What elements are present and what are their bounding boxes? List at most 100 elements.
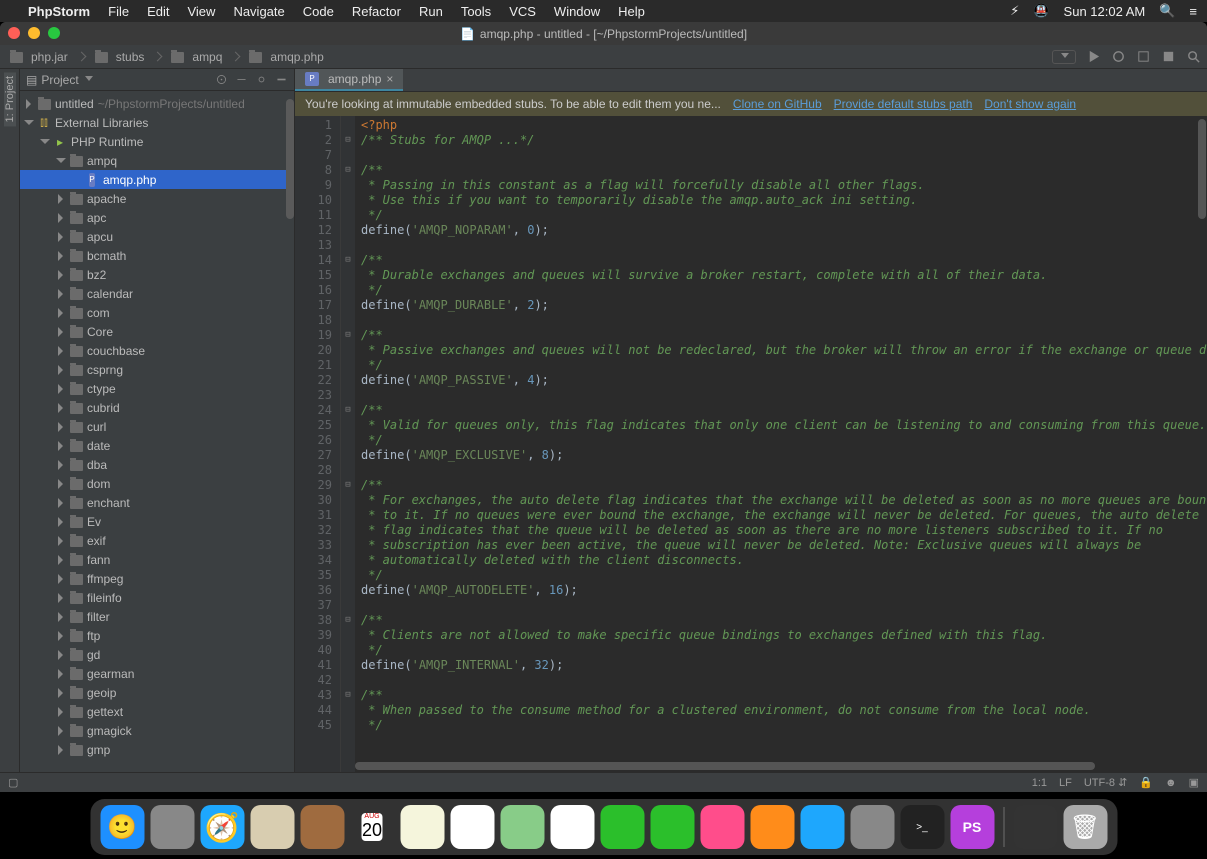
tree-row[interactable]: ftp (20, 626, 294, 645)
code-line[interactable]: * Clients are not allowed to make specif… (361, 628, 1207, 643)
disclosure-triangle-icon[interactable] (56, 517, 66, 527)
code-line[interactable]: */ (361, 433, 1207, 448)
tree-row[interactable]: gettext (20, 702, 294, 721)
fold-marker[interactable] (341, 493, 355, 508)
macos-dock[interactable]: 🙂🧭AUG20>_PS🗑 (90, 799, 1117, 855)
fold-marker[interactable] (341, 373, 355, 388)
code-line[interactable]: */ (361, 358, 1207, 373)
fold-marker[interactable]: ⊟ (341, 403, 355, 418)
minimize-window-button[interactable] (28, 27, 40, 39)
code-line[interactable]: /** (361, 613, 1207, 628)
fold-marker[interactable]: ⊟ (341, 613, 355, 628)
inspection-icon[interactable]: ☻ (1165, 777, 1177, 789)
fold-marker[interactable] (341, 553, 355, 568)
disclosure-triangle-icon[interactable] (56, 365, 66, 375)
code-line[interactable] (361, 148, 1207, 163)
menu-refactor[interactable]: Refactor (352, 4, 401, 19)
readonly-lock-icon[interactable]: 🔒 (1139, 776, 1153, 789)
fold-marker[interactable]: ⊟ (341, 163, 355, 178)
tree-row[interactable]: ▸PHP Runtime (20, 132, 294, 151)
tree-row[interactable]: gmagick (20, 721, 294, 740)
disclosure-triangle-icon[interactable] (24, 118, 34, 128)
disclosure-triangle-icon[interactable] (56, 156, 66, 166)
code-line[interactable] (361, 313, 1207, 328)
tree-row[interactable]: gmp (20, 740, 294, 759)
disclosure-triangle-icon[interactable] (56, 232, 66, 242)
tree-row[interactable]: curl (20, 417, 294, 436)
tree-row[interactable]: fileinfo (20, 588, 294, 607)
code-line[interactable]: /** (361, 478, 1207, 493)
tree-row[interactable]: ⫾⫾External Libraries (20, 113, 294, 132)
tree-row[interactable]: Ev (20, 512, 294, 531)
tree-row[interactable]: ctype (20, 379, 294, 398)
menu-tools[interactable]: Tools (461, 4, 491, 19)
fold-marker[interactable]: ⊟ (341, 688, 355, 703)
code-line[interactable]: /** (361, 163, 1207, 178)
disclosure-triangle-icon[interactable] (56, 251, 66, 261)
fold-marker[interactable] (341, 313, 355, 328)
dock-app-itunes[interactable] (700, 805, 744, 849)
line-separator[interactable]: LF (1059, 777, 1072, 789)
code-line[interactable]: define('AMQP_PASSIVE', 4); (361, 373, 1207, 388)
tree-row[interactable]: untitled~/PhpstormProjects/untitled (20, 94, 294, 113)
fold-marker[interactable] (341, 598, 355, 613)
fold-marker[interactable] (341, 343, 355, 358)
banner-link-path[interactable]: Provide default stubs path (834, 97, 973, 111)
tree-row[interactable]: couchbase (20, 341, 294, 360)
tree-row[interactable]: gd (20, 645, 294, 664)
fold-marker[interactable] (341, 568, 355, 583)
code-line[interactable]: * Passing in this constant as a flag wil… (361, 178, 1207, 193)
code-text[interactable]: <?php/** Stubs for AMQP ...*/ /** * Pass… (355, 116, 1207, 772)
tree-row[interactable]: Core (20, 322, 294, 341)
menu-edit[interactable]: Edit (147, 4, 169, 19)
tree-row[interactable]: ampq (20, 151, 294, 170)
code-line[interactable]: * to it. If no queues were ever bound th… (361, 508, 1207, 523)
menu-help[interactable]: Help (618, 4, 645, 19)
banner-link-dismiss[interactable]: Don't show again (984, 97, 1076, 111)
fold-marker[interactable] (341, 283, 355, 298)
disclosure-triangle-icon[interactable] (56, 498, 66, 508)
fold-marker[interactable]: ⊟ (341, 133, 355, 148)
dock-trash[interactable]: 🗑 (1063, 805, 1107, 849)
dock-app-maps[interactable] (500, 805, 544, 849)
disclosure-triangle-icon[interactable] (56, 327, 66, 337)
disclosure-triangle-icon[interactable] (56, 270, 66, 280)
disclosure-triangle-icon[interactable] (56, 213, 66, 223)
disclosure-triangle-icon[interactable] (56, 593, 66, 603)
project-tool-button[interactable]: 1: Project (4, 72, 16, 126)
fold-marker[interactable] (341, 628, 355, 643)
tree-scrollbar[interactable] (286, 91, 294, 772)
code-line[interactable] (361, 673, 1207, 688)
code-line[interactable]: */ (361, 643, 1207, 658)
run-config-dropdown[interactable] (1052, 50, 1076, 64)
code-line[interactable]: */ (361, 568, 1207, 583)
editor-scrollbar-horizontal[interactable] (355, 760, 1195, 772)
dock-app-terminal[interactable]: >_ (900, 805, 944, 849)
tree-row[interactable]: filter (20, 607, 294, 626)
code-line[interactable]: * automatically deleted with the client … (361, 553, 1207, 568)
fold-marker[interactable] (341, 118, 355, 133)
tree-row[interactable]: bcmath (20, 246, 294, 265)
banner-link-clone[interactable]: Clone on GitHub (733, 97, 822, 111)
disclosure-triangle-icon[interactable] (56, 441, 66, 451)
dock-app-finder[interactable]: 🙂 (100, 805, 144, 849)
search-icon[interactable] (1186, 49, 1201, 64)
code-line[interactable]: /** (361, 253, 1207, 268)
code-line[interactable]: /** Stubs for AMQP ...*/ (361, 133, 1207, 148)
code-line[interactable] (361, 463, 1207, 478)
chevron-down-icon[interactable] (83, 75, 93, 85)
disclosure-triangle-icon[interactable] (56, 650, 66, 660)
dock-app-photos[interactable] (550, 805, 594, 849)
dock-app-safari[interactable]: 🧭 (200, 805, 244, 849)
disclosure-triangle-icon[interactable] (56, 403, 66, 413)
code-line[interactable]: */ (361, 283, 1207, 298)
disclosure-triangle-icon[interactable] (56, 460, 66, 470)
code-line[interactable]: define('AMQP_NOPARAM', 0); (361, 223, 1207, 238)
fold-marker[interactable] (341, 433, 355, 448)
tree-row[interactable]: csprng (20, 360, 294, 379)
code-line[interactable]: * subscription has ever been active, the… (361, 538, 1207, 553)
dock-app-calendar[interactable]: AUG20 (350, 805, 394, 849)
disclosure-triangle-icon[interactable] (56, 346, 66, 356)
disclosure-triangle-icon[interactable] (56, 308, 66, 318)
caret-position[interactable]: 1:1 (1032, 777, 1047, 789)
